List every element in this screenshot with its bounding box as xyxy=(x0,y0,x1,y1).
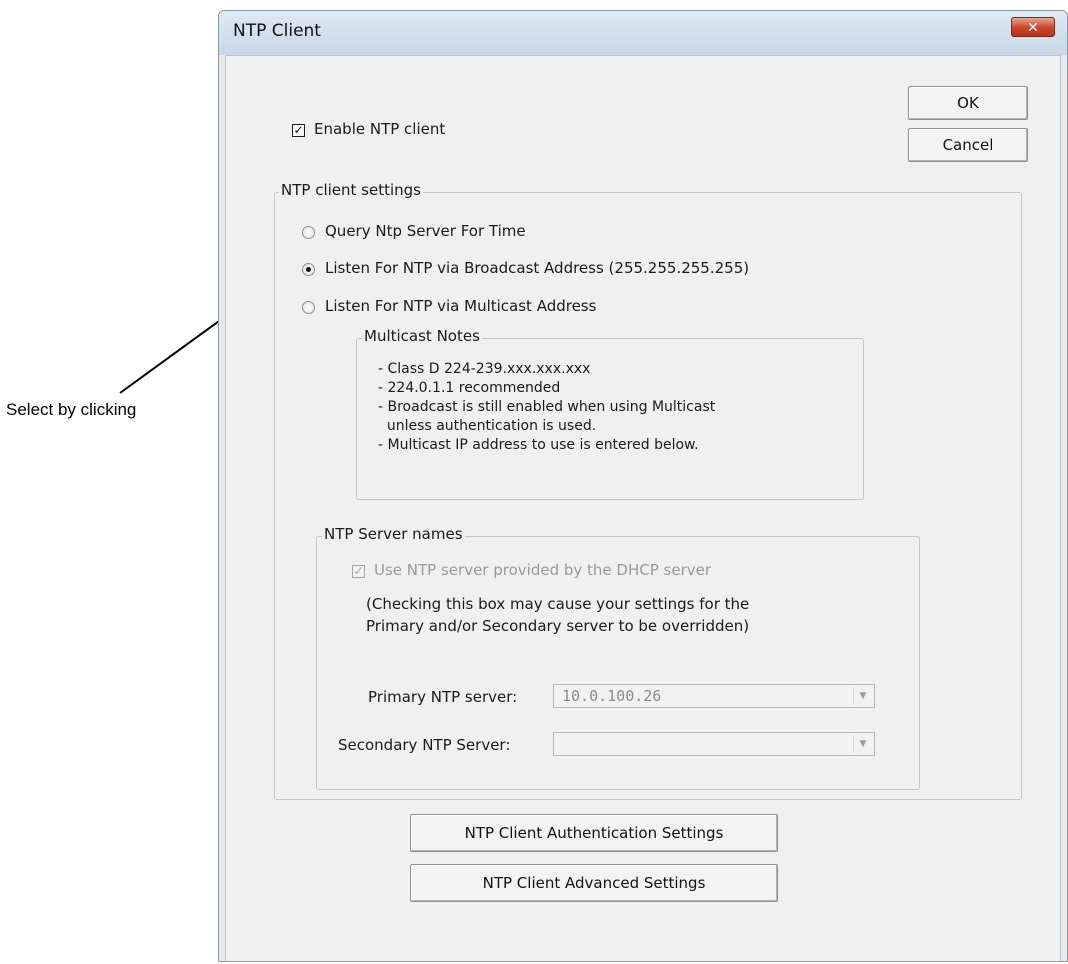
ntp-server-names-title: NTP Server names xyxy=(322,525,465,543)
enable-ntp-label[interactable]: Enable NTP client xyxy=(314,120,445,138)
multicast-note-line: unless authentication is used. xyxy=(378,418,597,434)
secondary-server-label: Secondary NTP Server: xyxy=(338,736,511,754)
multicast-note-line: - Broadcast is still enabled when using … xyxy=(378,399,716,415)
chevron-down-icon[interactable]: ▼ xyxy=(853,687,872,705)
radio-selected-dot xyxy=(306,267,311,272)
cancel-button[interactable]: Cancel xyxy=(908,128,1028,162)
authentication-settings-button[interactable]: NTP Client Authentication Settings xyxy=(410,814,778,852)
primary-server-label: Primary NTP server: xyxy=(368,688,518,706)
chevron-down-icon[interactable]: ▼ xyxy=(853,735,872,753)
advanced-settings-button[interactable]: NTP Client Advanced Settings xyxy=(410,864,778,902)
checkmark-icon: ✓ xyxy=(353,564,364,578)
enable-ntp-checkbox[interactable]: ✓ xyxy=(292,124,305,137)
dhcp-server-label[interactable]: Use NTP server provided by the DHCP serv… xyxy=(374,561,711,579)
multicast-notes-title: Multicast Notes xyxy=(362,327,482,345)
dhcp-note-line: (Checking this box may cause your settin… xyxy=(366,595,750,613)
radio-query-server-label[interactable]: Query Ntp Server For Time xyxy=(325,222,526,240)
ntp-client-dialog: NTP Client ✕ OK Cancel ✓ Enable NTP clie… xyxy=(218,10,1068,962)
close-button[interactable]: ✕ xyxy=(1011,17,1055,37)
close-icon: ✕ xyxy=(1027,20,1039,36)
ok-button[interactable]: OK xyxy=(908,86,1028,120)
dialog-body: OK Cancel ✓ Enable NTP client NTP client… xyxy=(225,55,1061,961)
radio-broadcast-label[interactable]: Listen For NTP via Broadcast Address (25… xyxy=(325,259,749,277)
radio-query-server[interactable] xyxy=(302,226,315,239)
multicast-note-line: - Class D 224-239.xxx.xxx.xxx xyxy=(378,361,591,377)
ntp-client-settings-title: NTP client settings xyxy=(279,181,423,199)
radio-broadcast[interactable] xyxy=(302,263,315,276)
title-bar: NTP Client ✕ xyxy=(219,11,1067,55)
multicast-note-line: - Multicast IP address to use is entered… xyxy=(378,437,699,453)
checkmark-icon: ✓ xyxy=(293,123,304,137)
primary-server-value: 10.0.100.26 xyxy=(562,687,662,705)
radio-multicast[interactable] xyxy=(302,301,315,314)
primary-server-combo[interactable]: 10.0.100.26 ▼ xyxy=(553,684,875,708)
window-title: NTP Client xyxy=(233,21,321,41)
dhcp-server-checkbox[interactable]: ✓ xyxy=(352,565,365,578)
secondary-server-combo[interactable]: ▼ xyxy=(553,732,875,756)
dhcp-note-line: Primary and/or Secondary server to be ov… xyxy=(366,617,750,635)
multicast-note-line: - 224.0.1.1 recommended xyxy=(378,380,561,396)
radio-multicast-label[interactable]: Listen For NTP via Multicast Address xyxy=(325,297,596,315)
